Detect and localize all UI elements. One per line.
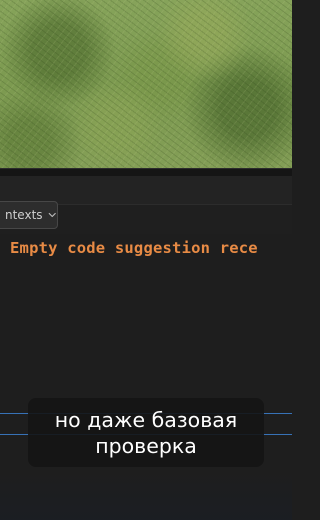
bottom-shade: [0, 470, 292, 520]
contexts-dropdown-label: ntexts: [5, 208, 43, 222]
grass-video-background: [0, 0, 292, 168]
chevron-down-icon: [48, 212, 56, 218]
caption-line-1: но даже базовая: [54, 407, 238, 432]
subtitle-caption: но даже базовая проверка: [28, 398, 264, 467]
error-message: Empty code suggestion rece: [10, 239, 258, 257]
contexts-dropdown[interactable]: ntexts: [0, 201, 58, 229]
caption-line-2: проверка: [95, 433, 197, 458]
